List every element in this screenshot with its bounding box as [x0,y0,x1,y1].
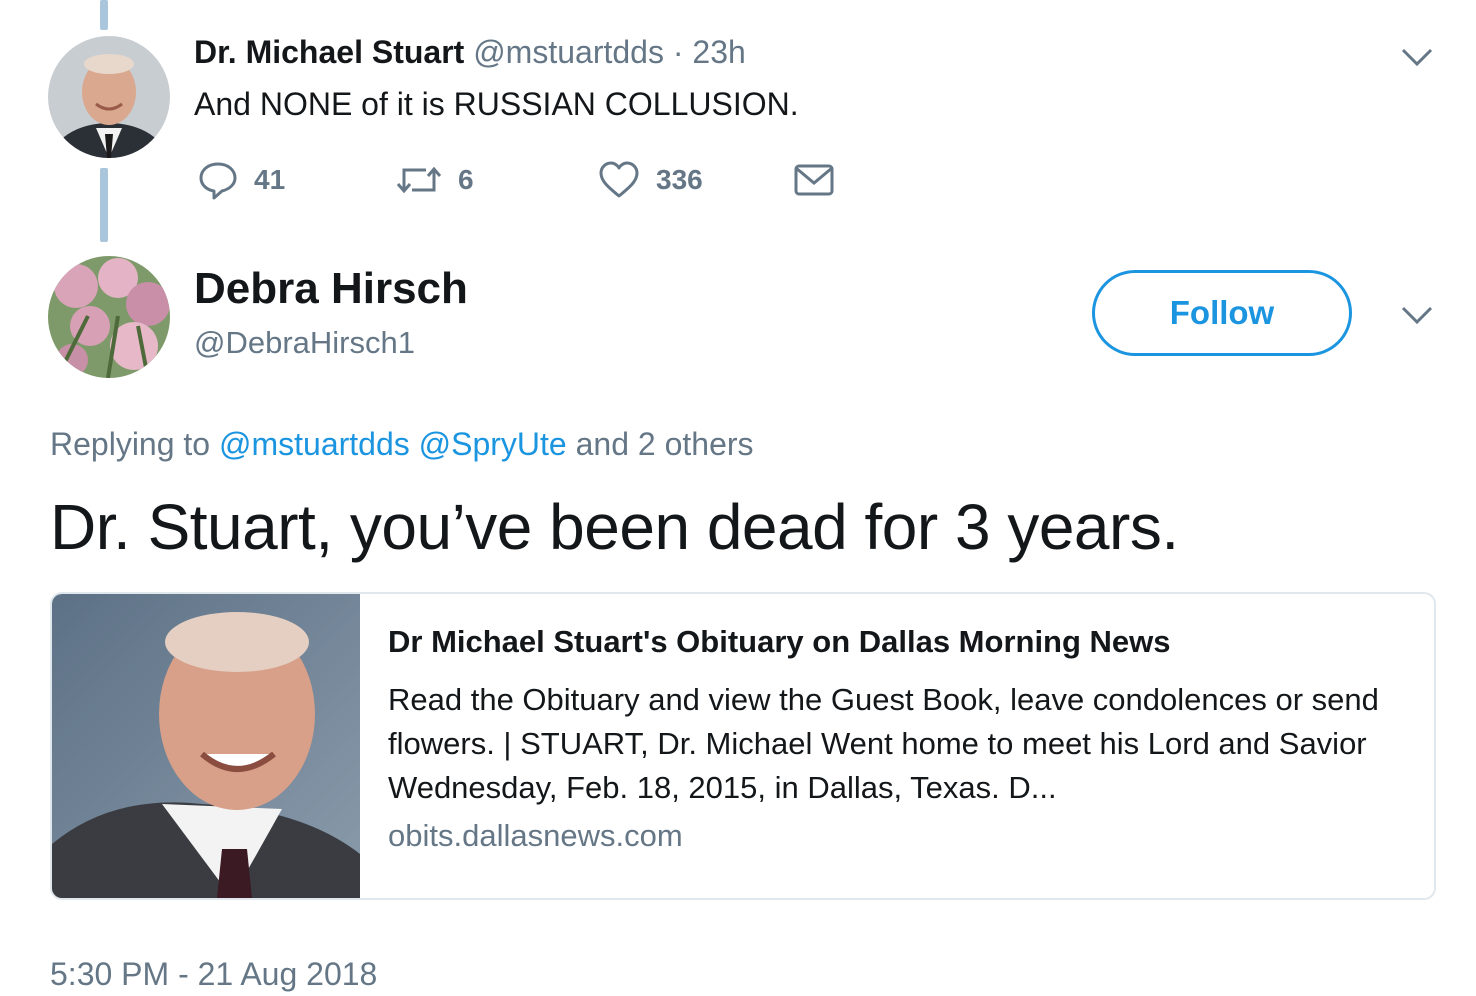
tweet2-timestamp[interactable]: 5:30 PM - 21 Aug 2018 [50,956,377,993]
retweet-count: 6 [458,164,474,195]
mention-mstuartdds[interactable]: @mstuartdds [219,426,410,462]
reply-count: 41 [254,164,286,195]
tweet2-handle[interactable]: @DebraHirsch1 [194,325,415,361]
like-count: 336 [656,164,703,195]
follow-button[interactable]: Follow [1092,270,1352,356]
tweet2-text: Dr. Stuart, you’ve been dead for 3 years… [50,491,1179,563]
envelope-icon [794,164,834,196]
avatar-michael-stuart[interactable] [48,36,170,158]
tweet1-header: Dr. Michael Stuart @mstuartdds · 23h [194,34,746,71]
tweet1-display-name[interactable]: Dr. Michael Stuart [194,34,464,70]
tweet1-separator: · [672,34,684,70]
avatar-debra-hirsch[interactable] [48,256,170,378]
retweet-action[interactable]: 6 [396,158,474,202]
replying-prefix: Replying to [50,426,211,462]
tweet1-text: And NONE of it is RUSSIAN COLLUSION. [194,86,799,122]
card-title[interactable]: Dr Michael Stuart's Obituary on Dallas M… [388,624,1171,660]
replying-suffix[interactable]: and 2 others [576,426,754,462]
card-thumbnail[interactable] [52,594,360,898]
chevron-down-icon[interactable] [1400,46,1434,68]
card-description: Read the Obituary and view the Guest Boo… [388,682,1379,805]
chevron-down-icon[interactable] [1400,304,1434,326]
thread-line-middle [100,168,108,242]
tweet2-display-name[interactable]: Debra Hirsch [194,264,468,314]
card-domain: obits.dallasnews.com [388,818,683,853]
mention-spryute[interactable]: @SpryUte [419,426,567,462]
reply-action[interactable]: 41 [198,158,285,202]
link-card[interactable]: Dr Michael Stuart's Obituary on Dallas M… [50,592,1436,900]
replying-to: Replying to @mstuartdds @SpryUte and 2 o… [50,426,754,463]
tweet1-time[interactable]: 23h [692,34,745,70]
reply-icon [199,162,237,200]
tweet1-handle[interactable]: @mstuartdds [473,34,664,70]
dm-action[interactable] [794,158,834,202]
heart-icon [599,161,639,198]
retweet-icon [396,166,442,194]
thread-line-top [100,0,108,30]
like-action[interactable]: 336 [598,158,703,202]
